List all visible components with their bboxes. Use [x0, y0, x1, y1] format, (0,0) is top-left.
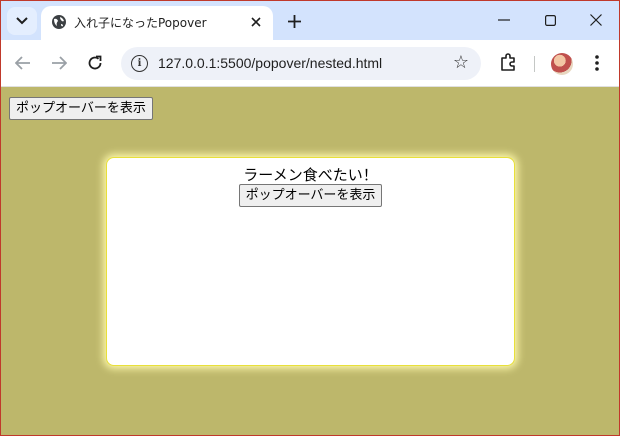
reload-icon: [88, 55, 102, 70]
more-vert-icon: [595, 55, 599, 71]
bookmark-star-icon[interactable]: ☆: [453, 52, 469, 73]
close-icon: [251, 17, 261, 27]
forward-button[interactable]: [48, 52, 70, 74]
close-tab-button[interactable]: [247, 13, 265, 31]
plus-icon: [287, 14, 301, 28]
close-icon: [590, 14, 602, 26]
popover-text: ラーメン食べたい！: [243, 166, 378, 184]
site-info-icon[interactable]: i: [131, 55, 148, 72]
close-window-button[interactable]: [584, 9, 608, 31]
profile-avatar[interactable]: [551, 53, 573, 75]
browser-toolbar: i 127.0.0.1:5500/popover/nested.html ☆: [1, 40, 619, 87]
tab-active[interactable]: 入れ子になったPopover: [41, 6, 273, 40]
maximize-icon: [544, 14, 556, 26]
chevron-down-icon: [16, 17, 28, 25]
show-popover-button[interactable]: ポップオーバーを表示: [9, 97, 153, 120]
extensions-icon[interactable]: [497, 52, 519, 74]
tab-bar: 入れ子になったPopover: [1, 1, 619, 40]
reload-button[interactable]: [84, 52, 106, 74]
popover: ラーメン食べたい！ ポップオーバーを表示: [106, 157, 515, 366]
minimize-icon: [498, 19, 510, 21]
globe-icon: [52, 15, 66, 29]
minimize-button[interactable]: [492, 9, 516, 31]
tab-search-button[interactable]: [7, 7, 37, 35]
toolbar-divider: [534, 56, 535, 72]
arrow-right-icon: [52, 56, 67, 70]
browser-window: 入れ子になったPopover i 127.0.0.1:5500/popover/…: [1, 1, 619, 435]
address-bar[interactable]: i 127.0.0.1:5500/popover/nested.html ☆: [121, 47, 481, 80]
browser-menu-button[interactable]: [589, 52, 605, 74]
nested-show-popover-button[interactable]: ポップオーバーを表示: [238, 184, 383, 207]
page-content: ポップオーバーを表示 ラーメン食べたい！ ポップオーバーを表示: [1, 87, 619, 435]
new-tab-button[interactable]: [283, 10, 305, 32]
tab-title: 入れ子になったPopover: [74, 16, 207, 30]
url-text: 127.0.0.1:5500/popover/nested.html: [158, 55, 383, 71]
maximize-button[interactable]: [538, 9, 562, 31]
arrow-left-icon: [15, 56, 30, 70]
back-button[interactable]: [12, 52, 34, 74]
